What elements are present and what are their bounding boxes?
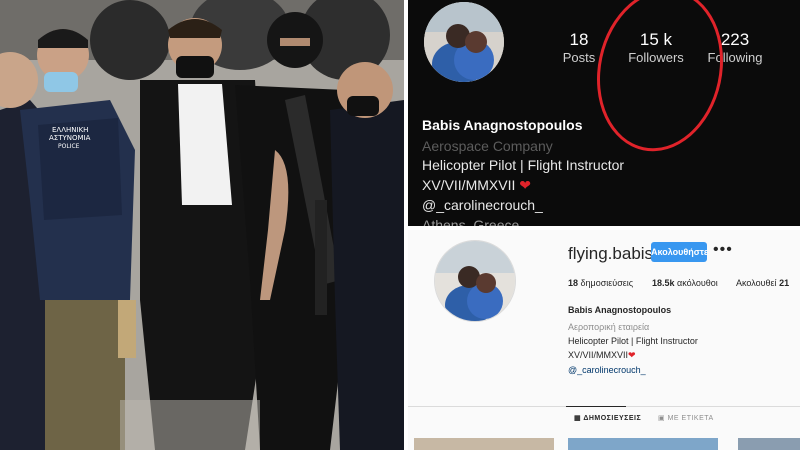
post-thumbnail[interactable] (568, 438, 718, 450)
bio-line-2: XV/VII/MMXVII❤ (568, 350, 636, 361)
tab-tagged[interactable]: ▣ ΜΕ ΕΤΙΚΕΤΑ (658, 414, 714, 422)
light-profile-panel: flying.babis Ακολουθήστε ••• 18 δημοσιεύ… (408, 230, 800, 450)
tab-posts[interactable]: ▦ ΔΗΜΟΣΙΕΥΣΕΙΣ (574, 414, 641, 422)
posts-stat[interactable]: 18 Posts (559, 30, 599, 65)
vest-text-3: POLICE (58, 143, 80, 150)
profile-avatar (424, 2, 504, 82)
followers-label: ακόλουθοι (677, 278, 718, 288)
following-label: Ακολουθεί (736, 278, 777, 288)
bio-line-1: Helicopter Pilot | Flight Instructor (568, 336, 698, 346)
dark-profile-panel: 18 Posts 15 k Followers 223 Following Ba… (408, 0, 800, 226)
following-stat[interactable]: Ακολουθεί 21 (736, 278, 789, 288)
profile-avatar[interactable] (434, 240, 516, 322)
mention-link[interactable]: @_carolinecrouch_ (422, 197, 543, 213)
profile-username: flying.babis (568, 244, 654, 263)
profile-name: Babis Anagnostopoulos (568, 305, 672, 315)
post-thumbnail[interactable] (414, 438, 554, 450)
profile-category: Aerospace Company (422, 138, 553, 154)
following-count: 21 (779, 278, 790, 288)
bio-line-2: XV/VII/MMXVII ❤ (422, 177, 531, 194)
followers-stat[interactable]: 18.5k ακόλουθοι (652, 278, 718, 288)
mention-link[interactable]: @_carolinecrouch_ (568, 365, 646, 375)
posts-label: Posts (562, 50, 596, 65)
posts-count: 18 (569, 30, 589, 49)
follow-button[interactable]: Ακολουθήστε (651, 242, 708, 262)
bio-date: XV/VII/MMXVII (568, 350, 629, 360)
posts-stat[interactable]: 18 δημοσιεύσεις (568, 278, 633, 288)
post-thumbnail[interactable] (738, 438, 800, 450)
followers-count: 18.5k (652, 278, 675, 288)
posts-count: 18 (568, 278, 579, 288)
vest-text-1: ΕΛΛΗΝΙΚΗ (52, 126, 88, 134)
bio-line-1: Helicopter Pilot | Flight Instructor (422, 157, 625, 173)
active-tab-indicator (566, 406, 626, 407)
police-escort-illustration: ΕΛΛΗΝΙΚΗ ΑΣΤΥΝΟΜΙΑ POLICE (0, 0, 404, 450)
tab-posts-label: ΔΗΜΟΣΙΕΥΣΕΙΣ (583, 415, 642, 422)
avatar-photo-icon (435, 241, 515, 321)
more-options-button[interactable]: ••• (713, 242, 733, 258)
red-highlight-circle (582, 0, 738, 164)
profile-category: Αεροπορική εταιρεία (568, 322, 650, 332)
heart-icon: ❤ (628, 350, 636, 360)
heart-icon: ❤ (519, 177, 531, 193)
bio-date: XV/VII/MMXVII (422, 177, 516, 193)
posts-label: δημοσιεύσεις (580, 278, 634, 288)
profile-location: Athens, Greece (422, 217, 520, 226)
grid-icon: ▦ (574, 415, 582, 422)
tab-tagged-label: ΜΕ ΕΤΙΚΕΤΑ (667, 415, 714, 422)
news-photo: ΕΛΛΗΝΙΚΗ ΑΣΤΥΝΟΜΙΑ POLICE (0, 0, 404, 450)
vest-text-2: ΑΣΤΥΝΟΜΙΑ (49, 134, 91, 142)
tag-icon: ▣ (658, 415, 666, 422)
avatar-photo-icon (424, 2, 504, 82)
profile-name: Babis Anagnostopoulos (422, 117, 583, 133)
